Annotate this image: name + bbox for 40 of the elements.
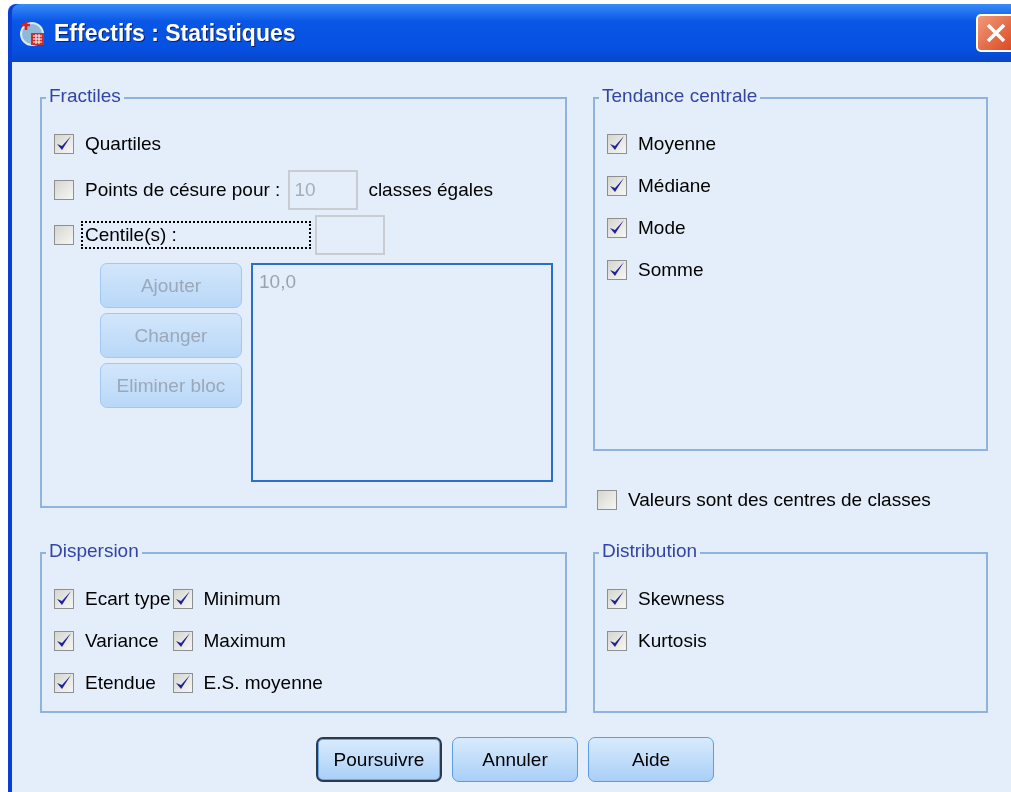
checkbox-label: Points de césure pour : <box>84 178 282 202</box>
field-suffix: classes égales <box>368 179 493 201</box>
checkbox-label: Ecart type <box>84 587 172 611</box>
app-icon <box>18 19 46 47</box>
close-icon <box>984 21 1008 45</box>
dialog-button[interactable]: Annuler <box>452 737 578 782</box>
close-button[interactable] <box>976 14 1011 52</box>
checkbox[interactable] <box>54 631 74 651</box>
checkbox[interactable] <box>607 218 627 238</box>
checkbox-label: Skewness <box>637 587 726 611</box>
checkbox[interactable] <box>607 134 627 154</box>
checkbox[interactable] <box>172 589 193 609</box>
checkbox-label: Etendue <box>84 671 157 695</box>
checkbox-label: Variance <box>84 629 160 653</box>
checkbox[interactable] <box>172 673 193 693</box>
window-title: Effectifs : Statistiques <box>54 19 296 47</box>
checkbox[interactable] <box>54 225 74 245</box>
checkbox-label: Mode <box>637 216 687 240</box>
checkbox[interactable] <box>172 631 193 651</box>
checkbox[interactable] <box>597 490 617 510</box>
checkbox-label: Kurtosis <box>637 629 708 653</box>
checkbox[interactable] <box>54 180 74 200</box>
checkbox-label: Médiane <box>637 174 712 198</box>
checkbox-label: Centile(s) : <box>83 223 309 247</box>
checkbox-label: E.S. moyenne <box>202 671 324 695</box>
checkbox-label: Somme <box>637 258 705 282</box>
checkbox-label: Quartiles <box>84 132 163 156</box>
checkbox[interactable] <box>607 589 627 609</box>
checkbox[interactable] <box>54 134 74 154</box>
checkbox-label: Valeurs sont des centres de classes <box>627 488 932 512</box>
checkbox[interactable] <box>607 176 627 196</box>
dialog-button[interactable]: Aide <box>588 737 714 782</box>
checkbox-label: Maximum <box>202 629 287 653</box>
checkbox[interactable] <box>54 589 74 609</box>
checkbox[interactable] <box>607 631 627 651</box>
checkbox[interactable] <box>54 673 74 693</box>
dialog-button[interactable]: Poursuivre <box>316 737 442 782</box>
checkbox-label: Minimum <box>202 587 282 611</box>
checkbox-label: Moyenne <box>637 132 718 156</box>
checkbox[interactable] <box>607 260 627 280</box>
